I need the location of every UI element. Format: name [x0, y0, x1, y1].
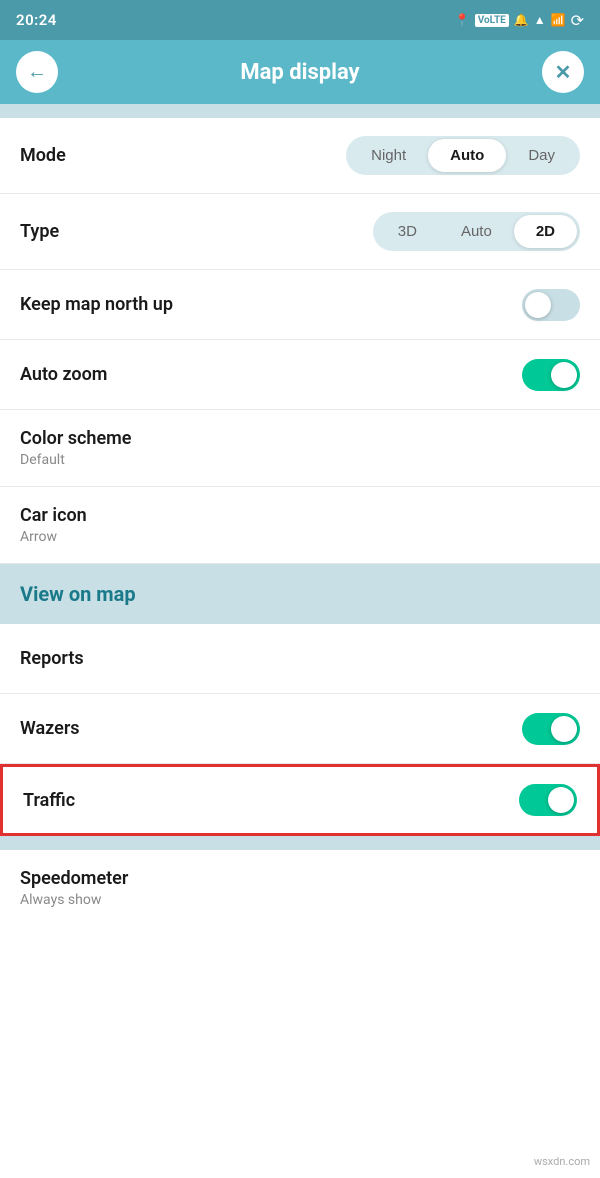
auto-zoom-check-icon: ✓ [558, 367, 570, 383]
mode-option-night[interactable]: Night [349, 139, 428, 172]
auto-zoom-toggle[interactable]: ✓ [522, 359, 580, 391]
traffic-label: Traffic [23, 790, 75, 811]
mode-row: Mode Night Auto Day [0, 118, 600, 194]
back-button[interactable]: ← [16, 51, 58, 93]
wazers-row: Wazers ✓ [0, 694, 600, 764]
volte-badge: VoLTE [475, 14, 509, 27]
auto-zoom-row: Auto zoom ✓ [0, 340, 600, 410]
type-option-3d[interactable]: 3D [376, 215, 439, 248]
type-option-auto[interactable]: Auto [439, 215, 514, 248]
speedometer-row[interactable]: Speedometer Always show [0, 850, 600, 926]
page-header: ← Map display ✕ [0, 40, 600, 104]
reports-label: Reports [20, 648, 84, 669]
page-title: Map display [58, 60, 542, 85]
view-on-map-group: Reports Wazers ✓ Traffic ✓ [0, 624, 600, 836]
speedometer-label-group: Speedometer Always show [20, 868, 128, 908]
car-icon-label-group: Car icon Arrow [20, 505, 87, 545]
mode-option-auto[interactable]: Auto [428, 139, 506, 172]
speedometer-value: Always show [20, 892, 128, 908]
location-icon: 📍 [455, 13, 470, 27]
car-icon-label: Car icon [20, 505, 87, 526]
keep-map-north-up-label: Keep map north up [20, 294, 173, 315]
car-icon-row[interactable]: Car icon Arrow [0, 487, 600, 564]
view-on-map-section-header: View on map [0, 564, 600, 624]
mode-label: Mode [20, 145, 66, 166]
wazers-label: Wazers [20, 718, 80, 739]
keep-map-north-up-toggle[interactable] [522, 289, 580, 321]
type-label: Type [20, 221, 59, 242]
status-bar: 20:24 📍 VoLTE 🔔 ▲ 📶 ⟳ [0, 0, 600, 40]
traffic-check-icon: ✓ [555, 792, 567, 808]
wazers-check-icon: ✓ [558, 721, 570, 737]
bell-icon: 🔔 [514, 13, 529, 27]
settings-group: Mode Night Auto Day Type 3D Auto 2D Keep… [0, 118, 600, 564]
mode-option-day[interactable]: Day [506, 139, 577, 172]
battery-icon: ⟳ [571, 11, 584, 30]
traffic-row: Traffic ✓ [0, 764, 600, 836]
status-icons: 📍 VoLTE 🔔 ▲ 📶 ⟳ [455, 11, 584, 30]
traffic-track: ✓ [519, 784, 577, 816]
top-divider [0, 104, 600, 118]
car-icon-value: Arrow [20, 529, 87, 545]
wazers-thumb: ✓ [551, 716, 577, 742]
view-on-map-title: View on map [20, 582, 136, 606]
traffic-thumb: ✓ [548, 787, 574, 813]
type-segmented-control[interactable]: 3D Auto 2D [373, 212, 580, 251]
status-time: 20:24 [16, 11, 57, 29]
close-button[interactable]: ✕ [542, 51, 584, 93]
color-scheme-label-group: Color scheme Default [20, 428, 131, 468]
auto-zoom-track: ✓ [522, 359, 580, 391]
close-icon: ✕ [555, 60, 572, 85]
type-option-2d[interactable]: 2D [514, 215, 577, 248]
wazers-track: ✓ [522, 713, 580, 745]
keep-map-north-up-thumb [525, 292, 551, 318]
speedometer-label: Speedometer [20, 868, 128, 889]
type-row: Type 3D Auto 2D [0, 194, 600, 270]
color-scheme-label: Color scheme [20, 428, 131, 449]
bottom-divider [0, 836, 600, 850]
watermark: wsxdn.com [534, 1155, 590, 1168]
color-scheme-row[interactable]: Color scheme Default [0, 410, 600, 487]
reports-row[interactable]: Reports [0, 624, 600, 694]
wifi-icon: ▲ [534, 13, 546, 27]
wazers-toggle[interactable]: ✓ [522, 713, 580, 745]
keep-map-north-up-track [522, 289, 580, 321]
color-scheme-value: Default [20, 452, 131, 468]
auto-zoom-thumb: ✓ [551, 362, 577, 388]
traffic-toggle[interactable]: ✓ [519, 784, 577, 816]
back-icon: ← [27, 61, 47, 84]
auto-zoom-label: Auto zoom [20, 364, 107, 385]
signal-icon: 📶 [551, 13, 566, 27]
mode-segmented-control[interactable]: Night Auto Day [346, 136, 580, 175]
keep-map-north-up-row: Keep map north up [0, 270, 600, 340]
speedometer-group: Speedometer Always show [0, 850, 600, 926]
